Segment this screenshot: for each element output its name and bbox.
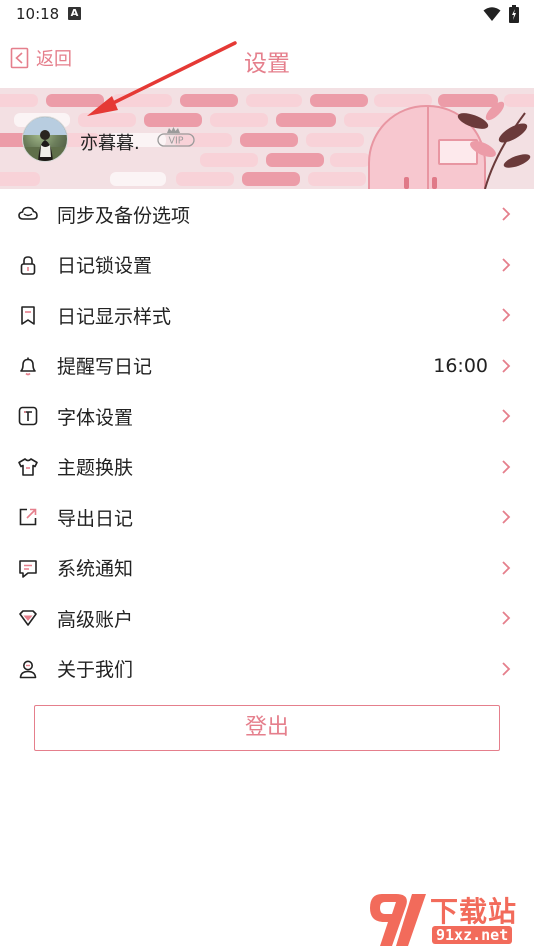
menu-item-label: 提醒写日记 <box>57 356 153 379</box>
chevron-right-icon <box>502 409 511 423</box>
page-title: 设置 <box>244 51 290 77</box>
chevron-right-icon <box>502 662 511 676</box>
status-bar: 10:18 A <box>0 0 534 30</box>
watermark-url: 91xz.net <box>432 926 513 944</box>
chevron-right-icon <box>502 561 511 575</box>
chevron-right-icon <box>502 611 511 625</box>
menu-item-label: 系统通知 <box>57 558 134 581</box>
chevron-right-icon <box>502 510 511 524</box>
menu-item-label: 同步及备份选项 <box>57 204 191 227</box>
menu-item-about[interactable]: 关于我们 <box>0 644 534 695</box>
bookmark-icon <box>21 306 35 326</box>
wifi-icon <box>483 7 501 21</box>
menu-item-font[interactable]: 字体设置 <box>0 391 534 442</box>
export-icon <box>19 508 37 526</box>
notification-icon: A <box>68 7 81 20</box>
menu-item-label: 导出日记 <box>57 507 134 530</box>
avatar[interactable] <box>22 116 68 162</box>
battery-icon <box>509 5 519 23</box>
chevron-right-icon <box>502 258 511 272</box>
menu-item-label: 高级账户 <box>57 608 134 631</box>
font-icon <box>18 406 38 426</box>
menu-item-label: 字体设置 <box>57 406 134 429</box>
status-time: 10:18 <box>16 5 60 23</box>
bell-icon <box>20 357 36 376</box>
vip-badge-label: VIP <box>168 136 183 147</box>
username: 亦暮暮. <box>80 133 140 154</box>
lock-icon <box>20 255 36 275</box>
menu-item-label: 主题换肤 <box>57 457 134 480</box>
menu-item-reminder[interactable]: 提醒写日记 16:00 <box>0 341 534 392</box>
plant-illustration <box>457 101 531 189</box>
watermark: 下载站 91xz.net <box>368 888 534 950</box>
nav-bar: 返回 设置 <box>0 30 534 88</box>
menu-item-export[interactable]: 导出日记 <box>0 492 534 543</box>
menu-item-label: 日记锁设置 <box>57 255 153 278</box>
menu-item-display-style[interactable]: 日记显示样式 <box>0 290 534 341</box>
menu-item-theme[interactable]: 主题换肤 <box>0 442 534 493</box>
avatar-photo <box>23 117 67 161</box>
menu-item-label: 日记显示样式 <box>57 305 172 328</box>
chevron-right-icon <box>502 207 511 221</box>
watermark-logo-icon <box>370 894 426 946</box>
chevron-right-icon <box>502 308 511 322</box>
cloud-icon <box>18 206 38 221</box>
watermark-title: 下载站 <box>430 895 518 928</box>
person-icon <box>19 660 37 679</box>
menu-item-sync-backup[interactable]: 同步及备份选项 <box>0 189 534 240</box>
menu-item-premium[interactable]: 高级账户 <box>0 593 534 644</box>
diamond-icon <box>19 610 37 627</box>
vip-crown-icon: VIP <box>157 127 195 147</box>
chevron-right-icon <box>502 460 511 474</box>
menu-item-notifications[interactable]: 系统通知 <box>0 543 534 594</box>
message-icon <box>19 559 37 578</box>
chevron-right-icon <box>502 359 511 373</box>
menu-item-label: 关于我们 <box>57 659 134 682</box>
menu-item-diary-lock[interactable]: 日记锁设置 <box>0 240 534 291</box>
settings-menu: 同步及备份选项 日记锁设置 日记显示样式 提醒写日记 16:00 字体设置 主题… <box>0 189 534 694</box>
tshirt-icon <box>18 457 38 476</box>
reminder-time: 16:00 <box>433 354 488 377</box>
logout-button[interactable]: 登出 <box>34 705 500 751</box>
